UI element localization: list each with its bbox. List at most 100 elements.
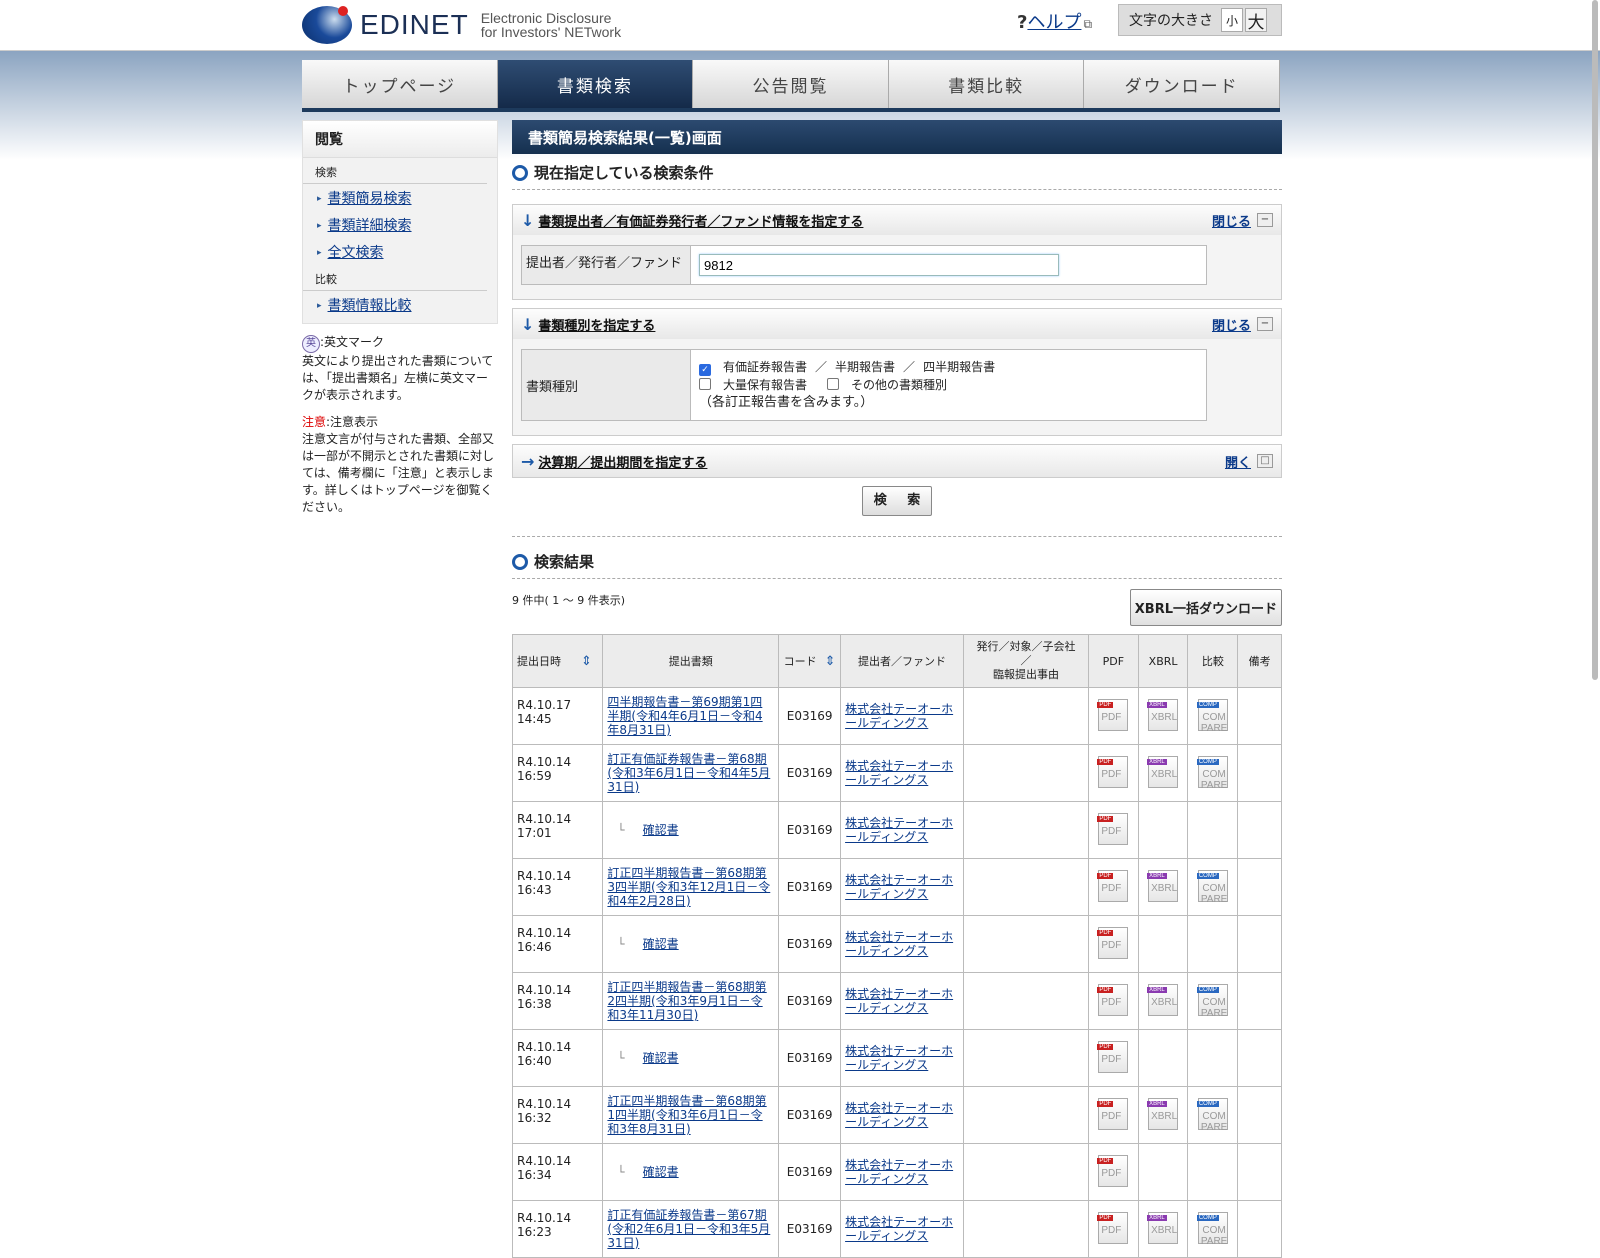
sort-icon[interactable]: ⇕ bbox=[581, 654, 592, 669]
doc-link[interactable]: 訂正四半期報告書－第68期第2四半期(令和3年9月1日－令和3年11月30日) bbox=[607, 980, 766, 1022]
large-holding-checkbox[interactable] bbox=[699, 378, 711, 390]
expand-icon[interactable]: □ bbox=[1257, 454, 1273, 468]
sidebar-item-detail-search[interactable]: 書類詳細検索 bbox=[303, 211, 497, 238]
xbrl-icon[interactable]: XBRL XBRL bbox=[1147, 1211, 1179, 1244]
doc-link[interactable]: 訂正有価証券報告書－第67期(令和2年6月1日－令和3年5月31日) bbox=[607, 1208, 770, 1250]
filer-panel-close[interactable]: 閉じる bbox=[1212, 211, 1251, 230]
tab-download[interactable]: ダウンロード bbox=[1084, 60, 1280, 108]
pdf-icon[interactable]: PDF PDF bbox=[1097, 1040, 1129, 1073]
compare-icon[interactable]: COMP COM PARE bbox=[1196, 1211, 1228, 1247]
period-panel-title[interactable]: 決算期／提出期間を指定する bbox=[538, 452, 1225, 471]
tab-public-notice[interactable]: 公告閲覧 bbox=[693, 60, 889, 108]
table-row: R4.10.14 16:46 └ 確認書 E03169 株式会社テーオーホールディングス… bbox=[511, 915, 1282, 973]
compare-icon[interactable]: COMP COM PARE bbox=[1196, 869, 1228, 905]
col-date-label: 提出日時 bbox=[517, 655, 561, 668]
conditions-heading: 現在指定している検索条件 bbox=[512, 162, 1282, 190]
code-cell: E03169 bbox=[778, 1200, 842, 1258]
tab-top-page[interactable]: トップページ bbox=[302, 60, 498, 108]
tab-document-compare[interactable]: 書類比較 bbox=[888, 60, 1085, 108]
xbrl-cell: XBRL XBRL bbox=[1137, 744, 1189, 802]
doc-link[interactable]: 確認書 bbox=[643, 823, 679, 837]
sidebar-item-fulltext-search[interactable]: 全文検索 bbox=[303, 238, 497, 265]
results-heading: 検索結果 bbox=[512, 551, 1282, 579]
search-button[interactable]: 検 索 bbox=[862, 486, 932, 516]
doctype-panel-body: 書類種別 ✓ 有価証券報告書 ／ 半期報告書 ／ 四半期報告書 大量保有報告書 その他の書類… bbox=[513, 339, 1281, 435]
pdf-icon[interactable]: PDF PDF bbox=[1097, 1154, 1129, 1187]
filer-link[interactable]: 株式会社テーオーホールディングス bbox=[845, 930, 953, 958]
filer-cell: 株式会社テーオーホールディングス bbox=[840, 801, 964, 859]
col-date[interactable]: 提出日時 ⇕ bbox=[511, 634, 604, 688]
help-link[interactable]: ?ヘルプ ⧉ bbox=[1017, 8, 1092, 34]
pdf-icon[interactable]: PDF PDF bbox=[1097, 926, 1129, 959]
filer-link[interactable]: 株式会社テーオーホールディングス bbox=[845, 702, 953, 730]
compare-icon[interactable]: COMP COM PARE bbox=[1196, 698, 1228, 734]
pdf-icon[interactable]: PDF PDF bbox=[1097, 983, 1129, 1016]
date-cell: R4.10.14 16:34 bbox=[511, 1143, 604, 1201]
pdf-icon[interactable]: PDF PDF bbox=[1097, 1097, 1129, 1130]
doctype-panel-title[interactable]: 書類種別を指定する bbox=[538, 315, 1212, 334]
filer-link[interactable]: 株式会社テーオーホールディングス bbox=[845, 816, 953, 844]
doc-link[interactable]: 四半期報告書－第69期第1四半期(令和4年6月1日－令和4年8月31日) bbox=[607, 695, 762, 737]
sidebar-item-info-compare[interactable]: 書類情報比較 bbox=[303, 291, 497, 323]
doctype-panel-close[interactable]: 閉じる bbox=[1212, 315, 1251, 334]
icon-tag: XBRL bbox=[1147, 701, 1167, 708]
compare-icon[interactable]: COMP COM PARE bbox=[1196, 983, 1228, 1019]
doc-link[interactable]: 確認書 bbox=[643, 1051, 679, 1065]
pdf-icon[interactable]: PDF PDF bbox=[1097, 812, 1129, 845]
xbrl-icon[interactable]: XBRL XBRL bbox=[1147, 983, 1179, 1016]
pdf-icon[interactable]: PDF PDF bbox=[1097, 755, 1129, 788]
table-row: R4.10.17 14:45 四半期報告書－第69期第1四半期(令和4年6月1日－… bbox=[511, 687, 1282, 745]
filer-panel-title[interactable]: 書類提出者／有価証券発行者／ファンド情報を指定する bbox=[538, 211, 1212, 230]
doc-link[interactable]: 確認書 bbox=[643, 1165, 679, 1179]
doc-link[interactable]: 訂正四半期報告書－第68期第3四半期(令和3年12月1日－令和4年2月28日) bbox=[607, 866, 770, 908]
sidebar-item-simple-search[interactable]: 書類簡易検索 bbox=[303, 184, 497, 211]
xbrl-bulk-download-button[interactable]: XBRL一括ダウンロード bbox=[1129, 589, 1282, 626]
tab-document-search[interactable]: 書類検索 bbox=[497, 60, 694, 108]
icon-tag: COMP bbox=[1196, 701, 1219, 708]
period-panel-open[interactable]: 開く bbox=[1225, 452, 1251, 471]
compare-icon[interactable]: COMP COM PARE bbox=[1196, 755, 1228, 791]
filer-link[interactable]: 株式会社テーオーホールディングス bbox=[845, 1101, 953, 1129]
doc-link[interactable]: 訂正有価証券報告書－第68期(令和3年6月1日－令和4年5月31日) bbox=[607, 752, 770, 794]
icon-tag: PDF bbox=[1097, 929, 1114, 936]
edinet-logo[interactable]: EDINET Electronic Disclosure for Investo… bbox=[302, 6, 621, 44]
conditions-heading-text: 現在指定している検索条件 bbox=[534, 164, 714, 182]
tree-branch-icon: └ bbox=[617, 1165, 625, 1179]
filer-link[interactable]: 株式会社テーオーホールディングス bbox=[845, 1158, 953, 1186]
caution-desc: 注意文言が付与された書類、全部又は一部が不開示とされた書類に対しては、備考欄に「… bbox=[302, 432, 495, 514]
font-large-button[interactable]: 大 bbox=[1245, 8, 1267, 33]
note-cell bbox=[1237, 1086, 1282, 1144]
pdf-icon[interactable]: PDF PDF bbox=[1097, 869, 1129, 902]
filer-link[interactable]: 株式会社テーオーホールディングス bbox=[845, 1215, 953, 1243]
col-code[interactable]: コード ⇕ bbox=[778, 634, 842, 688]
font-small-button[interactable]: 小 bbox=[1221, 8, 1243, 32]
xbrl-icon[interactable]: XBRL XBRL bbox=[1147, 755, 1179, 788]
filer-link[interactable]: 株式会社テーオーホールディングス bbox=[845, 759, 953, 787]
filer-input[interactable] bbox=[699, 254, 1059, 276]
doc-cell: 訂正四半期報告書－第68期第1四半期(令和3年6月1日－令和3年8月31日) bbox=[602, 1086, 780, 1144]
filer-link[interactable]: 株式会社テーオーホールディングス bbox=[845, 1044, 953, 1072]
icon-tag: PDF bbox=[1097, 1214, 1114, 1221]
icon-text: PDF bbox=[1101, 1224, 1122, 1236]
pdf-icon[interactable]: PDF PDF bbox=[1097, 1211, 1129, 1244]
doc-link[interactable]: 訂正四半期報告書－第68期第1四半期(令和3年6月1日－令和3年8月31日) bbox=[607, 1094, 766, 1136]
doc-cell: 訂正四半期報告書－第68期第3四半期(令和3年12月1日－令和4年2月28日) bbox=[602, 858, 780, 916]
sort-icon[interactable]: ⇕ bbox=[825, 654, 836, 669]
filer-link[interactable]: 株式会社テーオーホールディングス bbox=[845, 873, 953, 901]
xbrl-icon[interactable]: XBRL XBRL bbox=[1147, 869, 1179, 902]
securities-report-checkbox[interactable]: ✓ bbox=[699, 364, 711, 376]
scrollbar[interactable] bbox=[1592, 0, 1598, 680]
filer-cell: 株式会社テーオーホールディングス bbox=[840, 687, 964, 745]
col-reason-line3: 臨報提出事由 bbox=[992, 668, 1059, 681]
compare-icon[interactable]: COMP COM PARE bbox=[1196, 1097, 1228, 1133]
other-type-checkbox[interactable] bbox=[827, 378, 840, 390]
filer-link[interactable]: 株式会社テーオーホールディングス bbox=[845, 987, 953, 1015]
help-label[interactable]: ヘルプ bbox=[1027, 12, 1081, 33]
xbrl-icon[interactable]: XBRL XBRL bbox=[1147, 1097, 1179, 1130]
xbrl-icon[interactable]: XBRL XBRL bbox=[1147, 698, 1179, 731]
collapse-icon[interactable]: − bbox=[1257, 213, 1273, 227]
doc-link[interactable]: 確認書 bbox=[643, 937, 679, 951]
collapse-icon[interactable]: − bbox=[1257, 317, 1273, 331]
code-cell: E03169 bbox=[778, 801, 842, 859]
pdf-icon[interactable]: PDF PDF bbox=[1097, 698, 1129, 731]
